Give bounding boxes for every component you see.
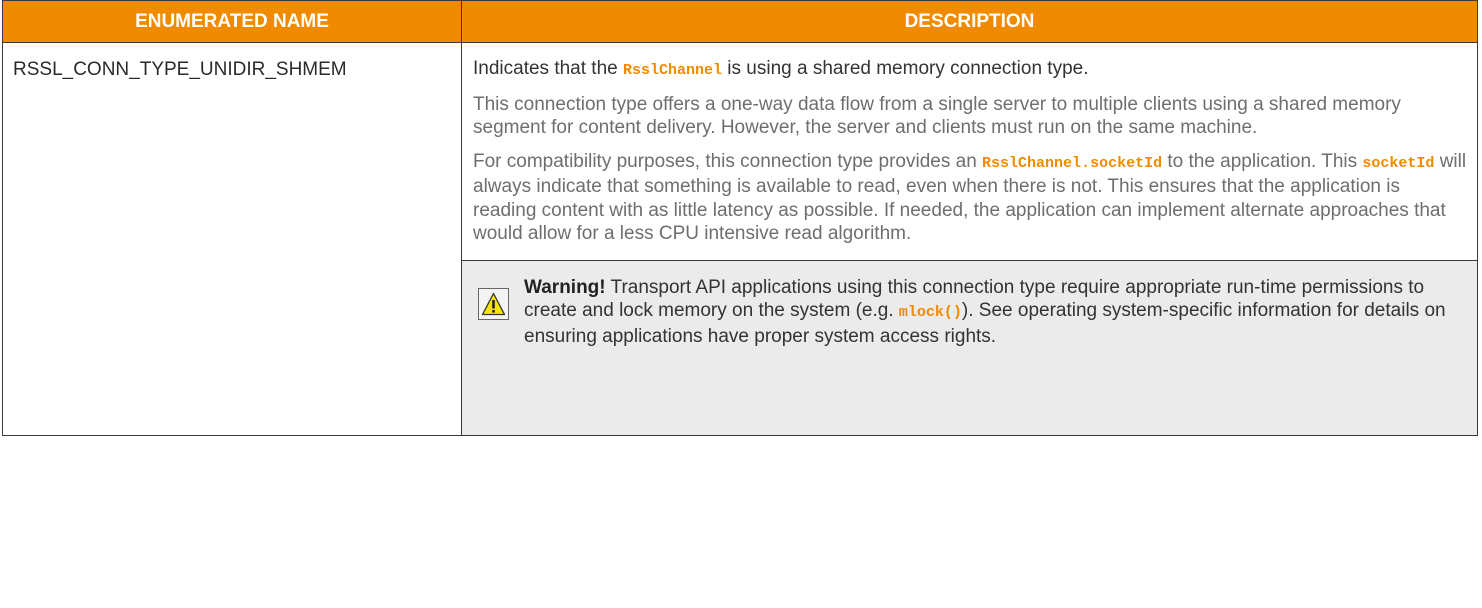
enum-table: ENUMERATED NAME DESCRIPTION RSSL_CONN_TY… xyxy=(2,0,1478,436)
enum-name-cell: RSSL_CONN_TYPE_UNIDIR_SHMEM xyxy=(2,42,462,436)
description-paragraph-1: Indicates that the RsslChannel is using … xyxy=(473,58,1089,79)
code-rsslchannel: RsslChannel xyxy=(623,62,723,79)
column-header-description: DESCRIPTION xyxy=(461,0,1478,43)
warning-text: Warning! Transport API applications usin… xyxy=(524,276,1446,347)
description-cell: Indicates that the RsslChannel is using … xyxy=(461,42,1478,436)
code-rsslchannel-socketid: RsslChannel.socketId xyxy=(982,154,1163,172)
warning-label: Warning! xyxy=(524,276,606,298)
code-socketid: socketId xyxy=(1362,154,1435,172)
code-mlock: mlock() xyxy=(898,304,962,321)
description-paragraph-2: This connection type offers a one-way da… xyxy=(473,93,1401,139)
warning-triangle-icon xyxy=(477,287,509,320)
table-row: RSSL_CONN_TYPE_UNIDIR_SHMEM Indicates th… xyxy=(2,42,1478,436)
table-header-row: ENUMERATED NAME DESCRIPTION xyxy=(2,0,1478,43)
description-paragraph-3: For compatibility purposes, this connect… xyxy=(473,150,1467,245)
column-header-enumerated-name: ENUMERATED NAME xyxy=(2,0,462,43)
description-body: Indicates that the RsslChannel is using … xyxy=(462,43,1477,260)
warning-note: Warning! Transport API applications usin… xyxy=(462,259,1477,435)
